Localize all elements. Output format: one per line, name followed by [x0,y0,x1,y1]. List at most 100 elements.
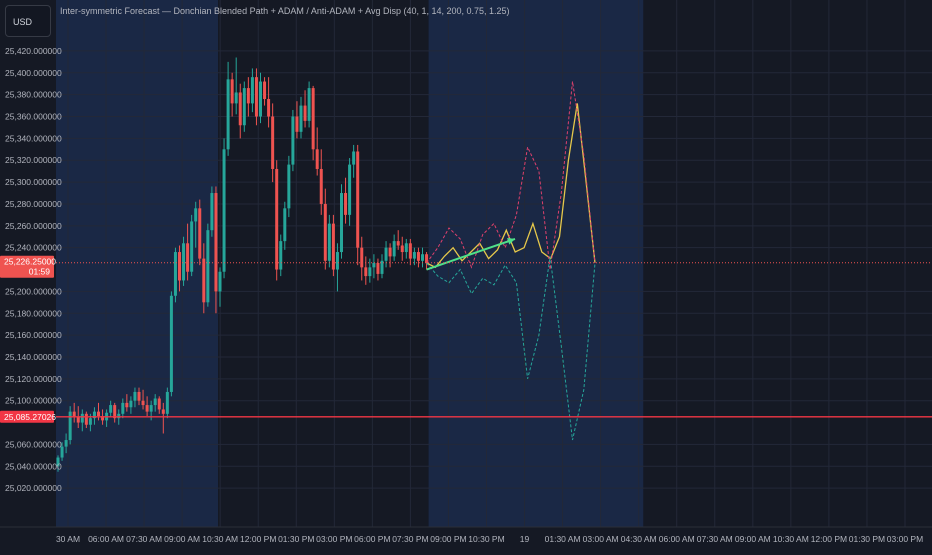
candle-body [194,208,198,222]
candle-body [182,243,186,281]
time-tick-label: 12:00 PM [811,534,847,544]
price-tick-label: 25,120.000000 [5,374,62,384]
candle-body [307,88,311,121]
price-tick-label: 25,240.000000 [5,243,62,253]
price-tick-label: 25,260.000000 [5,221,62,231]
candle-body [186,243,190,272]
candle-body [222,149,226,272]
price-tick-label: 25,200.000000 [5,286,62,296]
candle-body [64,440,68,447]
candle-body [259,81,262,117]
candle-body [246,88,250,104]
price-tick-label: 25,060.000000 [5,439,62,449]
price-tick-label: 25,400.000000 [5,68,62,78]
candle-body [125,402,129,408]
candle-body [291,116,295,165]
price-tick-label: 25,280.000000 [5,199,62,209]
price-chart[interactable]: 25,420.000000 25,400.000000 25,380.000000 2… [0,0,932,550]
candle-body [145,405,149,412]
candle-body [283,208,287,242]
candle-body [368,267,372,277]
candle-body [388,247,392,257]
candle-body [153,398,157,406]
candle-body [421,254,424,261]
time-tick-label: 10:30 AM [773,534,809,544]
candle-body [242,88,246,126]
candle-body [416,252,420,261]
time-tick-label: 09:00 AM [164,534,200,544]
chart-root: 25,420.000000 25,400.000000 25,380.000000 2… [0,0,932,550]
price-tick-label: 25,300.000000 [5,177,62,187]
indicator-title: Inter-symmetric Forecast — Donchian Blen… [60,6,510,16]
price-tick-label: 25,380.000000 [5,90,62,100]
candle-body [319,168,323,204]
candle-body [267,99,271,117]
time-tick-label: 10:30 PM [468,534,504,544]
candle-body [149,405,153,412]
candle-body [372,262,376,268]
candle-body [396,241,400,246]
time-tick-label: 30 AM [56,534,80,544]
time-tick-label: 03:00 AM [583,534,619,544]
price-tick-label: 25,160.000000 [5,330,62,340]
candle-body [376,262,380,274]
candle-body [76,417,80,423]
candle-body [384,247,388,261]
candle-body [68,411,72,441]
candle-body [218,271,222,292]
candle-body [206,230,210,303]
candle-body [352,151,356,165]
time-tick-label: 07:30 AM [126,534,162,544]
candle-body [311,88,315,150]
candle-body [109,405,113,413]
candle-body [344,193,348,215]
candle-body [356,151,360,248]
candle-body [88,418,92,425]
candle-body [202,258,206,303]
candle-body [279,241,283,270]
price-tick-label: 25,100.000000 [5,396,62,406]
time-tick-label: 01:30 AM [545,534,581,544]
candle-body [173,252,177,296]
candle-body [340,193,343,253]
candle-body [299,105,303,132]
currency-button[interactable]: USD [5,5,51,37]
candle-body [315,149,319,169]
candle-body [214,193,218,292]
time-tick-label: 09:00 AM [735,534,771,544]
time-tick-label: 03:00 PM [316,534,352,544]
candle-body [133,391,137,401]
candle-body [263,81,267,100]
candle-body [80,413,84,423]
candle-body [295,116,299,132]
time-tick-label: 01:30 PM [278,534,314,544]
countdown-label: 01:59 [29,267,51,277]
time-axis: 30 AM 06:00 AM 07:30 AM 09:00 AM 10:30 AM 12:… [0,526,932,550]
candle-body [287,164,291,209]
candle-body [226,79,230,150]
candle-body [137,391,141,401]
candle-body [254,77,258,117]
time-tick-label: 06:00 AM [659,534,695,544]
candle-body [141,400,145,406]
price-tick-label: 25,340.000000 [5,133,62,143]
candle-body [157,398,161,410]
candle-body [97,411,100,416]
time-tick-label: 06:00 AM [88,534,124,544]
price-tick-label: 25,140.000000 [5,352,62,362]
candle-body [129,400,133,408]
candle-body [117,413,121,419]
time-tick-label: 09:00 PM [430,534,466,544]
candle-body [400,245,404,253]
price-tick-label: 25,040.000000 [5,461,62,471]
candle-body [412,252,416,259]
candle-body [303,105,307,121]
price-tick-label: 25,420.000000 [5,46,62,56]
time-tick-label: 06:00 PM [354,534,390,544]
price-tick-label: 25,320.000000 [5,155,62,165]
candle-body [84,413,88,425]
level-price-tag-label: 25,085.27026 [4,412,56,422]
candle-body [190,221,194,272]
price-tick-label: 25,180.000000 [5,308,62,318]
candle-body [360,247,364,268]
